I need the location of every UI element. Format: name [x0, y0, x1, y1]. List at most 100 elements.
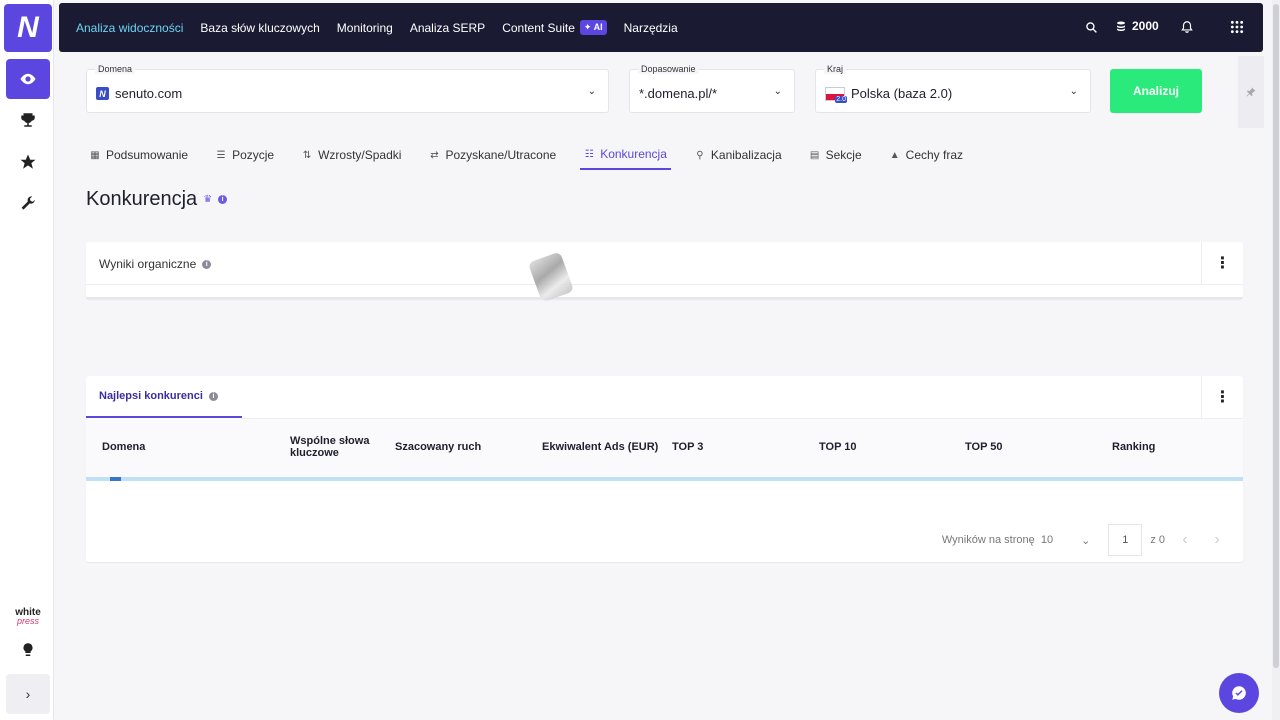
swap-icon: ⇄	[430, 149, 439, 161]
nav-serp-analysis[interactable]: Analiza SERP	[410, 21, 485, 35]
shapes-icon: ▲	[889, 149, 900, 161]
sidebar-expand-button[interactable]: ›	[6, 674, 50, 714]
tab-label: Cechy fraz	[905, 148, 964, 162]
nav-keyword-database[interactable]: Baza słów kluczowych	[200, 21, 319, 35]
apps-grid-icon[interactable]	[1228, 18, 1246, 36]
chat-support-button[interactable]	[1219, 673, 1259, 713]
chevron-left-icon[interactable]: ‹	[1173, 531, 1197, 549]
info-icon[interactable]: i	[218, 195, 228, 204]
domain-field[interactable]: Domena N senuto.com ⌄	[86, 64, 609, 113]
whitepress-logo[interactable]: white press	[12, 608, 44, 626]
match-value: *.domena.pl/*	[639, 86, 718, 101]
table-header: Domena Wspólne słowa kluczowe Szacowany r…	[86, 419, 1243, 477]
tab-cannibalization[interactable]: ⚲ Kanibalizacja	[691, 140, 786, 170]
country-value-wrap: 2.0 Polska (baza 2.0)	[825, 86, 953, 103]
nav-label: Baza słów kluczowych	[200, 20, 320, 35]
sidebar-ideas-button[interactable]	[6, 630, 50, 670]
nav-content-suite[interactable]: Content Suite ✦ AI	[502, 20, 607, 35]
scrollbar-thumb[interactable]	[1273, 4, 1279, 668]
chevron-down-icon: ⌄	[587, 86, 596, 97]
page-title-text: Konkurencja	[86, 188, 198, 210]
sidebar-visibility-button[interactable]	[6, 59, 50, 99]
sidebar-star-button[interactable]	[6, 142, 50, 182]
bell-icon[interactable]	[1178, 18, 1196, 36]
nav-tools[interactable]: Narzędzia	[624, 21, 678, 35]
page-scrollbar[interactable]	[1272, 0, 1280, 720]
organic-title-text: Wyniki organiczne	[99, 257, 197, 271]
tab-positions[interactable]: ☰ Pozycje	[212, 140, 278, 170]
column-label: Domena	[102, 441, 146, 453]
column-top10[interactable]: TOP 10	[819, 441, 857, 453]
column-label: Ranking	[1112, 441, 1156, 453]
page-count: z 0	[1150, 534, 1165, 546]
logo-letter: N	[17, 11, 39, 44]
country-value: Polska (baza 2.0)	[851, 86, 953, 101]
column-label: TOP 10	[819, 441, 857, 453]
country-label: Kraj	[824, 64, 847, 74]
nav-visibility-analysis[interactable]: Analiza widoczności	[76, 21, 183, 35]
list-icon: ☰	[216, 149, 226, 161]
domain-favicon-icon: N	[96, 87, 109, 100]
per-page-select[interactable]: Wyników na stronę 10 ⌄	[942, 534, 1090, 547]
tab-competition[interactable]: ☷ Konkurencja	[580, 140, 671, 170]
star-icon	[20, 154, 36, 169]
per-page-value: 10	[1040, 534, 1054, 546]
tab-summary[interactable]: ▦ Podsumowanie	[86, 140, 192, 170]
chevron-down-icon: ⌄	[1081, 534, 1091, 547]
search-icon[interactable]	[1082, 18, 1100, 36]
sections-icon: ▤	[809, 149, 820, 161]
per-page-text: Wyników na stronę 10	[942, 534, 1053, 546]
column-ranking[interactable]: Ranking	[1112, 441, 1155, 453]
chevron-down-icon: ⌄	[1069, 86, 1078, 97]
tab-sections[interactable]: ▤ Sekcje	[806, 140, 866, 170]
match-label: Dopasowanie	[638, 64, 699, 74]
tab-gained-lost[interactable]: ⇄ Pozyskane/Utracone	[425, 140, 560, 170]
sidebar-tools-button[interactable]	[6, 184, 50, 224]
nav-label: Analiza SERP	[409, 20, 486, 35]
column-traffic[interactable]: Szacowany ruch	[395, 441, 481, 453]
credits-counter[interactable]: 2000	[1115, 19, 1159, 33]
chevron-right-icon[interactable]: ›	[1205, 531, 1229, 549]
info-icon[interactable]: i	[208, 391, 218, 401]
domain-value-wrap: N senuto.com	[96, 86, 182, 101]
more-options-icon[interactable]: ⋮	[1201, 242, 1243, 284]
domain-label: Domena	[95, 64, 136, 74]
group-icon: ☷	[584, 148, 594, 160]
domain-value: senuto.com	[115, 86, 183, 101]
organic-results-title: Wyniki organiczne i	[99, 257, 212, 271]
tab-top-competitors[interactable]: Najlepsi konkurenci i	[86, 376, 242, 418]
nav-monitoring[interactable]: Monitoring	[337, 21, 393, 35]
senuto-logo[interactable]: N	[4, 4, 52, 52]
crown-icon: ♛	[203, 194, 213, 205]
wrench-icon	[21, 196, 35, 210]
column-common-keywords[interactable]: Wspólne słowa kluczowe	[290, 435, 369, 459]
column-top50[interactable]: TOP 50	[965, 441, 1003, 453]
loading-progress-bar	[86, 477, 1243, 481]
sidebar-trophy-button[interactable]	[6, 100, 50, 140]
ai-badge-label: AI	[593, 22, 603, 32]
info-icon[interactable]: i	[202, 259, 212, 269]
tab-label: Konkurencja	[600, 147, 667, 161]
coins-icon	[1117, 21, 1125, 31]
column-label: Ekwiwalent Ads (EUR)	[542, 441, 659, 453]
nav-label: Analiza widoczności	[76, 20, 184, 35]
page-number-input[interactable]: 1	[1108, 524, 1143, 556]
column-top3[interactable]: TOP 3	[672, 441, 703, 453]
tab-ups-downs[interactable]: ⇅ Wzrosty/Spadki	[298, 140, 405, 170]
country-badge: 2.0	[835, 95, 847, 103]
top-navigation: Analiza widoczności Baza słów kluczowych…	[59, 3, 1263, 52]
tab-label: Pozycje	[232, 148, 275, 162]
column-ads-equivalent[interactable]: Ekwiwalent Ads (EUR)	[542, 441, 658, 453]
country-select[interactable]: Kraj 2.0 Polska (baza 2.0) ⌄	[815, 64, 1091, 113]
competitors-tab-label: Najlepsi konkurenci	[99, 390, 203, 402]
nav-label: Content Suite	[502, 20, 575, 35]
more-options-icon[interactable]: ⋮	[1201, 376, 1243, 418]
match-select[interactable]: Dopasowanie *.domena.pl/* ⌄	[629, 64, 795, 113]
analyze-button[interactable]: Analizuj	[1110, 69, 1202, 113]
person-icon: ⚲	[696, 149, 704, 161]
tab-label: Wzrosty/Spadki	[318, 148, 402, 162]
tab-keyword-features[interactable]: ▲ Cechy fraz	[886, 140, 967, 170]
progress-fill	[110, 477, 121, 481]
column-domain[interactable]: Domena	[102, 441, 145, 453]
pin-icon[interactable]	[1238, 56, 1264, 128]
